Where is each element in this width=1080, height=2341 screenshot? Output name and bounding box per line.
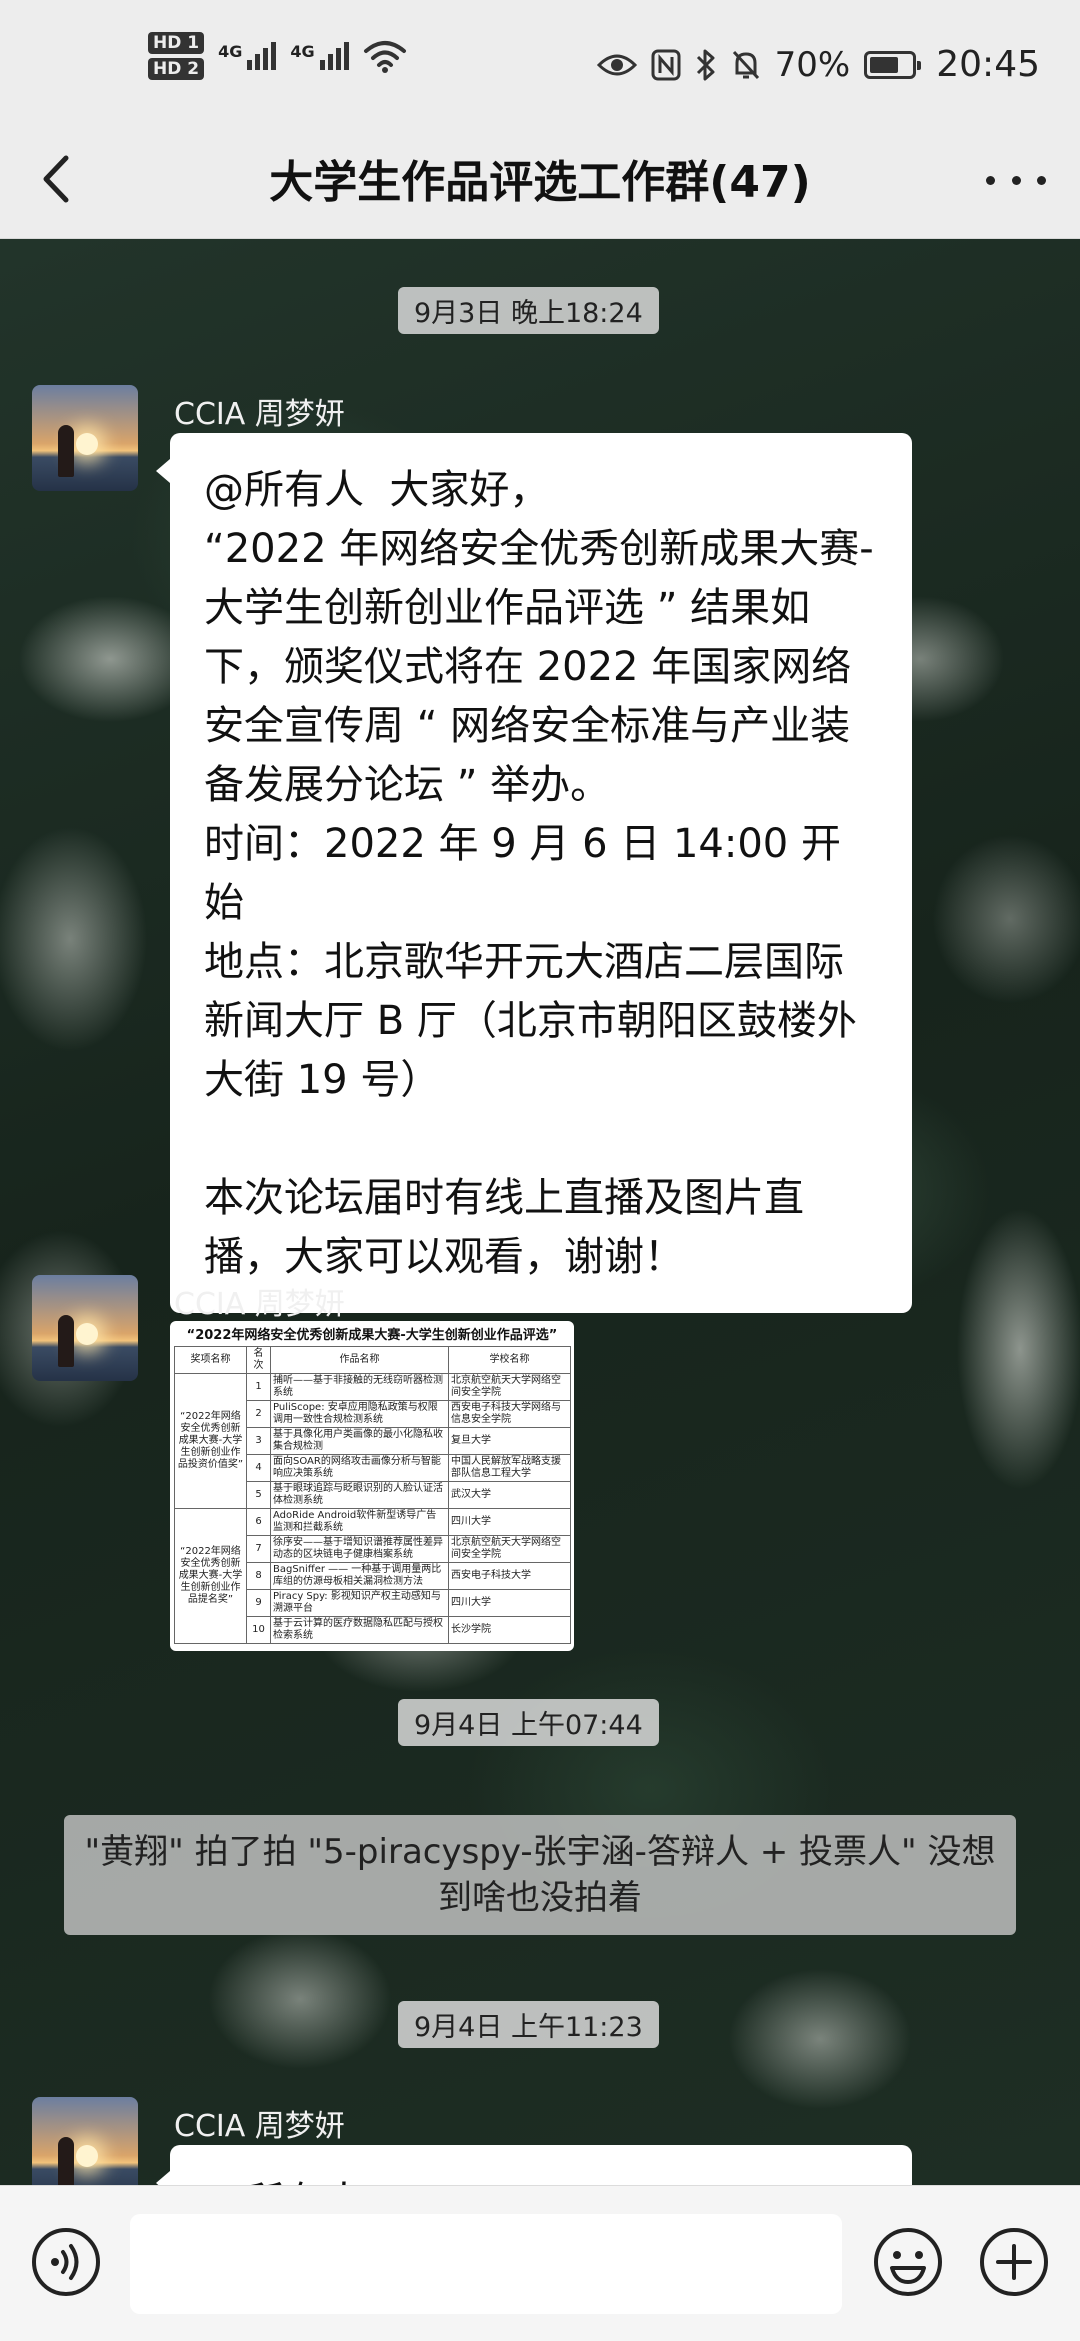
table-cell-rank: 4 bbox=[246, 1454, 271, 1482]
table-cell-rank: 3 bbox=[246, 1427, 271, 1455]
award-group-cell: “2022年网络安全优秀创新成果大赛-大学生创新创业作品提名奖” bbox=[174, 1508, 247, 1644]
table-cell-school: 北京航空航天大学网络空间安全学院 bbox=[448, 1535, 571, 1563]
table-cell-school: 长沙学院 bbox=[448, 1616, 571, 1644]
table-header: 奖项名称 bbox=[174, 1346, 247, 1374]
message-bubble[interactable]: @所有人 bbox=[156, 2145, 912, 2185]
emoji-icon[interactable] bbox=[872, 2226, 944, 2298]
message-text: @所有人 大家好， “2022 年网络安全优秀创新成果大赛-大学生创新创业作品评… bbox=[204, 467, 874, 1280]
status-bar: HD 1 HD 2 4G 4G 70% 20:45 bbox=[0, 0, 1080, 120]
table-cell-school: 北京航空航天大学网络空间安全学院 bbox=[448, 1373, 571, 1401]
sender-name: CCIA 周梦妍 bbox=[174, 2109, 345, 2144]
table-cell-work: 基于眼球追踪与眨眼识别的人脸认证活体检测系统 bbox=[270, 1481, 449, 1509]
input-bar bbox=[0, 2185, 1080, 2341]
table-header: 学校名称 bbox=[448, 1346, 571, 1374]
battery-fill bbox=[870, 56, 899, 73]
award-table: 奖项名称 名次 作品名称 学校名称 “2022年网络安全优秀创新成果大赛-大学生… bbox=[174, 1346, 571, 1644]
eye-icon bbox=[596, 54, 637, 75]
table-header: 名次 bbox=[246, 1346, 271, 1374]
clock: 20:45 bbox=[936, 44, 1040, 85]
sender-name: CCIA 周梦妍 bbox=[174, 1287, 345, 1322]
hd-badges: HD 1 HD 2 bbox=[148, 32, 205, 80]
table-cell-work: 基于云计算的医疗数据隐私匹配与授权检索系统 bbox=[270, 1616, 449, 1644]
award-group-cell: “2022年网络安全优秀创新成果大赛-大学生创新创业作品投资价值奖” bbox=[174, 1373, 247, 1509]
wifi-icon bbox=[363, 41, 406, 73]
table-cell-rank: 7 bbox=[246, 1535, 271, 1563]
chat-area[interactable]: 9月3日 晚上18:24 CCIA 周梦妍 @所有人 大家好， “2022 年网… bbox=[0, 239, 1080, 2185]
avatar[interactable] bbox=[32, 2097, 138, 2185]
table-cell-work: AdoRide Android软件新型诱导广告监测和拦截系统 bbox=[270, 1508, 449, 1536]
battery-percent: 70% bbox=[774, 44, 851, 85]
table-cell-school: 西安电子科技大学 bbox=[448, 1562, 571, 1590]
table-cell-school: 四川大学 bbox=[448, 1508, 571, 1536]
nfc-icon bbox=[651, 49, 681, 80]
award-table-body: “2022年网络安全优秀创新成果大赛-大学生创新创业作品投资价值奖” 1 捕听——基… bbox=[174, 1373, 571, 1644]
table-cell-rank: 10 bbox=[246, 1616, 271, 1644]
table-cell-work: BagSniffer —— 一种基于调用量两比库组的仿源母板相关漏洞检测方法 bbox=[270, 1562, 449, 1590]
table-cell-school: 四川大学 bbox=[448, 1589, 571, 1617]
hd-badge-1: HD 1 bbox=[148, 32, 205, 54]
title-bar: 大学生作品评选工作群(47) bbox=[0, 120, 1080, 239]
table-header-row: 奖项名称 名次 作品名称 学校名称 bbox=[174, 1346, 571, 1374]
signal-label-2: 4G bbox=[290, 42, 315, 61]
table-cell-rank: 2 bbox=[246, 1400, 271, 1428]
battery-icon bbox=[864, 50, 922, 79]
table-cell-school: 复旦大学 bbox=[448, 1427, 571, 1455]
table-row: “2022年网络安全优秀创新成果大赛-大学生创新创业作品提名奖” 6 AdoRide… bbox=[174, 1508, 571, 1644]
bluetooth-icon bbox=[696, 49, 715, 80]
signal-label-1: 4G bbox=[218, 42, 243, 61]
table-cell-rank: 9 bbox=[246, 1589, 271, 1617]
avatar[interactable] bbox=[32, 1275, 138, 1381]
table-cell-school: 武汉大学 bbox=[448, 1481, 571, 1509]
message-text: @所有人 bbox=[170, 2145, 912, 2185]
status-right: 70% 20:45 bbox=[596, 44, 1040, 85]
table-cell-rank: 1 bbox=[246, 1373, 271, 1401]
status-left: HD 1 HD 2 4G 4G bbox=[148, 32, 407, 80]
more-icon[interactable] bbox=[986, 160, 1046, 200]
timestamp: 9月4日 上午11:23 bbox=[398, 2001, 659, 2048]
table-cell-work: 捕听——基于非接触的无线窃听器检测系统 bbox=[270, 1373, 449, 1401]
system-message: "黄翔" 拍了拍 "5-piracyspy-张宇涵-答辩人 + 投票人" 没想到… bbox=[64, 1815, 1016, 1935]
message-bubble[interactable]: @所有人 大家好， “2022 年网络安全优秀创新成果大赛-大学生创新创业作品评… bbox=[156, 433, 912, 1313]
avatar[interactable] bbox=[32, 385, 138, 491]
hd-badge-2: HD 2 bbox=[148, 58, 205, 80]
table-cell-rank: 8 bbox=[246, 1562, 271, 1590]
table-cell-work: Piracy Spy: 影视知识产权主动感知与溯源平台 bbox=[270, 1589, 449, 1617]
plus-icon[interactable] bbox=[978, 2226, 1050, 2298]
voice-icon[interactable] bbox=[30, 2226, 102, 2298]
table-cell-work: 徐序安——基于增知识谱推荐属性差异动态的区块链电子健康档案系统 bbox=[270, 1535, 449, 1563]
table-row: “2022年网络安全优秀创新成果大赛-大学生创新创业作品投资价值奖” 1 捕听——基… bbox=[174, 1373, 571, 1509]
table-cell-work: 基于具像化用户类画像的最小化隐私收集合规检测 bbox=[270, 1427, 449, 1455]
table-cell-work: 面向SOAR的网络攻击画像分析与智能响应决策系统 bbox=[270, 1454, 449, 1482]
table-cell-school: 西安电子科技大学网络与信息安全学院 bbox=[448, 1400, 571, 1428]
sender-name: CCIA 周梦妍 bbox=[174, 397, 345, 432]
table-cell-work: PuliScope: 安卓应用隐私政策与权限调用一致性合规检测系统 bbox=[270, 1400, 449, 1428]
image-message[interactable]: “2022年网络安全优秀创新成果大赛-大学生创新创业作品评选” 奖项名称 名次 … bbox=[170, 1321, 574, 1651]
table-cell-rank: 5 bbox=[246, 1481, 271, 1509]
signal-icon: 4G bbox=[218, 42, 277, 70]
mute-icon bbox=[732, 50, 759, 79]
image-title: “2022年网络安全优秀创新成果大赛-大学生创新创业作品评选” bbox=[186, 1328, 558, 1343]
table-cell-school: 中国人民解放军战略支援部队信息工程大学 bbox=[448, 1454, 571, 1482]
timestamp: 9月4日 上午07:44 bbox=[398, 1699, 659, 1746]
signal-icon-2: 4G bbox=[290, 42, 349, 70]
timestamp: 9月3日 晚上18:24 bbox=[398, 287, 659, 334]
chat-title: 大学生作品评选工作群(47) bbox=[269, 157, 811, 208]
message-input[interactable] bbox=[130, 2214, 842, 2314]
table-cell-rank: 6 bbox=[246, 1508, 271, 1536]
table-header: 作品名称 bbox=[270, 1346, 449, 1374]
